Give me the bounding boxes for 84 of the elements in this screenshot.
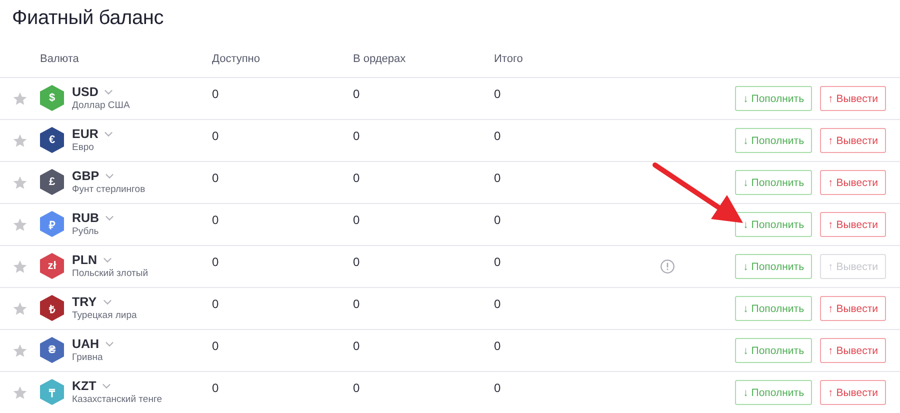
column-header: Валюта xyxy=(40,52,79,64)
table-cell: 0 xyxy=(494,87,501,101)
withdraw-button[interactable]: ↑ Вывести xyxy=(820,128,886,153)
currency-code: TRY xyxy=(72,295,97,309)
currency-icon: zł xyxy=(40,253,64,279)
table-cell: 0 xyxy=(353,381,360,395)
caret-icon[interactable] xyxy=(105,341,114,347)
table-cell: 0 xyxy=(353,171,360,185)
star-icon[interactable] xyxy=(12,385,28,401)
table-cell: 0 xyxy=(353,255,360,269)
withdraw-button[interactable]: ↑ Вывести xyxy=(820,338,886,363)
currency-name: Евро xyxy=(72,142,95,153)
table-cell: 0 xyxy=(494,213,501,227)
deposit-button[interactable]: ↓ Пополнить xyxy=(735,254,812,279)
currency-name: Польский злотый xyxy=(72,268,148,279)
column-header: Доступно xyxy=(212,52,260,64)
caret-icon[interactable] xyxy=(102,299,112,305)
currency-name: Доллар США xyxy=(72,100,130,111)
currency-name: Рубль xyxy=(72,226,100,237)
caret-icon[interactable] xyxy=(105,215,114,221)
table-cell: 0 xyxy=(212,339,219,353)
currency-code: GBP xyxy=(72,169,100,183)
table-cell: 0 xyxy=(353,339,360,353)
star-icon[interactable] xyxy=(12,133,28,149)
table-cell: 0 xyxy=(212,213,219,227)
currency-icon: € xyxy=(40,127,64,153)
star-icon[interactable] xyxy=(12,175,28,191)
column-header: В ордерах xyxy=(353,52,406,64)
table-cell: 0 xyxy=(494,339,501,353)
caret-icon[interactable] xyxy=(104,131,114,137)
table-cell: 0 xyxy=(212,381,219,395)
currency-icon: £ xyxy=(40,169,64,195)
withdraw-button[interactable]: ↑ Вывести xyxy=(820,380,886,405)
table-cell: 0 xyxy=(212,87,219,101)
table-cell: 0 xyxy=(494,255,501,269)
deposit-button[interactable]: ↓ Пополнить xyxy=(735,86,812,111)
currency-icon: $ xyxy=(40,85,64,111)
deposit-button[interactable]: ↓ Пополнить xyxy=(735,170,812,195)
caret-icon[interactable] xyxy=(104,89,114,95)
table-cell: 0 xyxy=(494,171,501,185)
currency-icon: ₽ xyxy=(40,211,64,237)
deposit-button[interactable]: ↓ Пополнить xyxy=(735,212,812,237)
currency-code: RUB xyxy=(72,211,100,225)
table-cell: 0 xyxy=(494,381,501,395)
table-cell: 0 xyxy=(212,129,219,143)
currency-name: Казахстанский тенге xyxy=(72,394,162,405)
currency-code: UAH xyxy=(72,337,100,351)
withdraw-button[interactable]: ↑ Вывести xyxy=(820,86,886,111)
currency-code: EUR xyxy=(72,127,98,141)
caret-icon[interactable] xyxy=(102,383,112,389)
table-cell: 0 xyxy=(353,87,360,101)
withdraw-button[interactable]: ↑ Вывести xyxy=(820,212,886,237)
currency-code: KZT xyxy=(72,379,96,393)
deposit-button[interactable]: ↓ Пополнить xyxy=(735,296,812,321)
table-cell: 0 xyxy=(212,255,219,269)
star-icon[interactable] xyxy=(12,301,28,317)
deposit-button[interactable]: ↓ Пополнить xyxy=(735,338,812,363)
currency-name: Гривна xyxy=(72,352,104,363)
currency-code: USD xyxy=(72,85,98,99)
currency-name: Турецкая лира xyxy=(72,310,137,321)
table-cell: 0 xyxy=(494,129,501,143)
star-icon[interactable] xyxy=(12,217,28,233)
deposit-button[interactable]: ↓ Пополнить xyxy=(735,128,812,153)
page-title: Фиатный баланс xyxy=(11,6,165,31)
table-cell: 0 xyxy=(212,297,219,311)
table-cell: 0 xyxy=(353,129,360,143)
star-icon[interactable] xyxy=(12,343,28,359)
caret-icon[interactable] xyxy=(103,257,112,263)
table-cell: 0 xyxy=(212,171,219,185)
currency-icon: ₸ xyxy=(40,379,64,405)
star-icon[interactable] xyxy=(12,91,28,107)
table-cell: 0 xyxy=(353,297,360,311)
star-icon[interactable] xyxy=(12,259,28,275)
currency-icon: ₺ xyxy=(40,295,64,321)
withdraw-button[interactable]: ↑ Вывести xyxy=(820,170,886,195)
caret-icon[interactable] xyxy=(105,173,114,179)
withdraw-button[interactable]: ↑ Вывести xyxy=(820,296,886,321)
table-cell: 0 xyxy=(494,297,501,311)
deposit-button[interactable]: ↓ Пополнить xyxy=(735,380,812,405)
column-header: Итого xyxy=(494,52,523,64)
currency-code: PLN xyxy=(72,253,97,267)
currency-icon: ₴ xyxy=(40,337,64,363)
currency-name: Фунт стерлингов xyxy=(72,184,146,195)
table-cell: 0 xyxy=(353,213,360,227)
